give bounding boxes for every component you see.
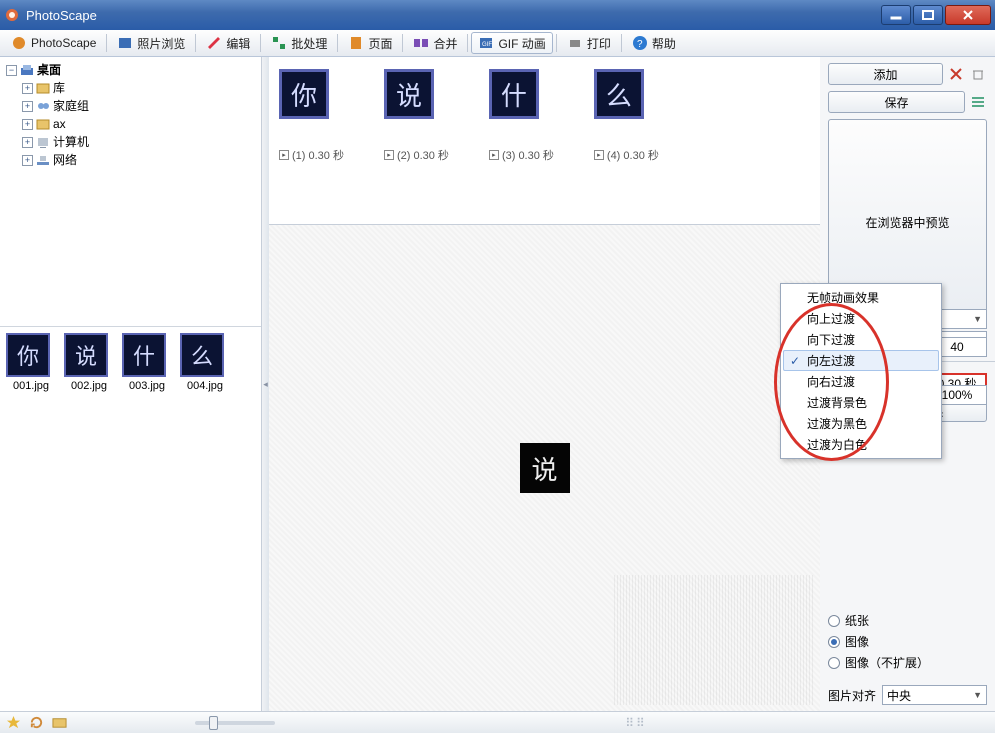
tab-editor[interactable]: 编辑: [199, 32, 257, 54]
slider-knob[interactable]: [209, 716, 218, 730]
minimize-button[interactable]: [881, 5, 911, 25]
tab-page[interactable]: 页面: [341, 32, 399, 54]
effect-dropdown[interactable]: 无帧动画效果 向上过渡 向下过渡 ✓向左过渡 向右过渡 过渡背景色 过渡为黑色 …: [780, 283, 942, 459]
play-icon: ▸: [279, 150, 289, 160]
play-icon: ▸: [594, 150, 604, 160]
tab-batch[interactable]: 批处理: [264, 32, 334, 54]
star-icon[interactable]: [6, 715, 21, 730]
thumbnail-item[interactable]: 什003.jpg: [122, 333, 172, 392]
tab-print[interactable]: 打印: [560, 32, 618, 54]
tree-item[interactable]: +ax: [22, 115, 257, 133]
decorative-texture: [614, 575, 814, 705]
align-label: 图片对齐: [828, 687, 876, 704]
svg-text:GIF: GIF: [482, 42, 492, 48]
tree-item[interactable]: +家庭组: [22, 97, 257, 115]
titlebar: PhotoScape: [0, 0, 995, 30]
save-button[interactable]: 保存: [828, 91, 965, 113]
tab-label: 照片浏览: [137, 35, 185, 52]
tree-item[interactable]: +库: [22, 79, 257, 97]
thumbnail-list: 你001.jpg 说002.jpg 什003.jpg 么004.jpg: [0, 327, 261, 711]
trash-icon[interactable]: [969, 65, 987, 83]
tab-viewer[interactable]: 照片浏览: [110, 32, 192, 54]
tab-label: 打印: [587, 35, 611, 52]
tab-label: PhotoScape: [31, 36, 96, 50]
frame-item[interactable]: 你▸(1) 0.30 秒: [279, 69, 344, 163]
effect-option[interactable]: 过渡背景色: [783, 392, 939, 413]
effect-option-selected[interactable]: ✓向左过渡: [783, 350, 939, 371]
effect-option[interactable]: 向下过渡: [783, 329, 939, 350]
tree-root-label: 桌面: [37, 61, 61, 79]
thumbnail-item[interactable]: 说002.jpg: [64, 333, 114, 392]
align-select[interactable]: 中央▼: [882, 685, 987, 705]
effect-option[interactable]: 向右过渡: [783, 371, 939, 392]
tab-photoscape[interactable]: PhotoScape: [4, 32, 103, 54]
frame-item[interactable]: 么▸(4) 0.30 秒: [594, 69, 659, 163]
refresh-icon[interactable]: [29, 715, 44, 730]
frame-item[interactable]: 什▸(3) 0.30 秒: [489, 69, 554, 163]
radio-image-noexpand[interactable]: 图像（不扩展）: [828, 654, 987, 671]
radio-paper[interactable]: 纸张: [828, 612, 987, 629]
maximize-button[interactable]: [913, 5, 943, 25]
effect-option[interactable]: 过渡为白色: [783, 434, 939, 455]
radio-image[interactable]: 图像: [828, 633, 987, 650]
delete-icon[interactable]: [947, 65, 965, 83]
thumbnail-item[interactable]: 么004.jpg: [180, 333, 230, 392]
preview-frame: 说: [520, 443, 570, 493]
frame-item[interactable]: 说▸(2) 0.30 秒: [384, 69, 449, 163]
window-title: PhotoScape: [26, 8, 879, 23]
tab-help[interactable]: ? 帮助: [625, 32, 683, 54]
tab-label: 合并: [433, 35, 457, 52]
side-panel: 添加 保存 在浏览器中预览 1/4 改变时间 0.30 秒 改变动画效果 无帧动…: [820, 57, 995, 711]
folder-icon[interactable]: [52, 715, 67, 730]
tab-gif[interactable]: GIF GIF 动画: [471, 32, 552, 54]
svg-text:?: ?: [637, 39, 643, 50]
tab-label: 批处理: [291, 35, 327, 52]
effect-option[interactable]: 无帧动画效果: [783, 287, 939, 308]
tab-label: GIF 动画: [498, 35, 545, 52]
effect-option[interactable]: 过渡为黑色: [783, 413, 939, 434]
tab-label: 编辑: [226, 35, 250, 52]
tree-item[interactable]: +网络: [22, 151, 257, 169]
tab-combine[interactable]: 合并: [406, 32, 464, 54]
folder-tree[interactable]: −桌面 +库 +家庭组 +ax +计算机 +网络: [0, 57, 261, 327]
play-icon: ▸: [384, 150, 394, 160]
frame-strip: 你▸(1) 0.30 秒 说▸(2) 0.30 秒 什▸(3) 0.30 秒 么…: [269, 57, 820, 225]
tree-item[interactable]: +计算机: [22, 133, 257, 151]
close-button[interactable]: [945, 5, 991, 25]
zoom-slider[interactable]: [195, 721, 275, 725]
app-icon: [4, 7, 20, 23]
grip-icon: ⠿⠿: [283, 716, 989, 730]
tab-label: 页面: [368, 35, 392, 52]
check-icon: ✓: [790, 354, 800, 368]
thumbnail-item[interactable]: 你001.jpg: [6, 333, 56, 392]
status-bar: ⠿⠿: [0, 711, 995, 733]
preview-area: 说: [269, 225, 820, 711]
chevron-down-icon: ▼: [973, 314, 982, 324]
effect-option[interactable]: 向上过渡: [783, 308, 939, 329]
chevron-down-icon: ▼: [973, 690, 982, 700]
list-icon[interactable]: [969, 93, 987, 111]
main-toolbar: PhotoScape 照片浏览 编辑 批处理 页面 合并 GIF GIF 动画 打…: [0, 30, 995, 57]
splitter-handle[interactable]: ◂: [262, 57, 269, 711]
play-icon: ▸: [489, 150, 499, 160]
add-button[interactable]: 添加: [828, 63, 943, 85]
tab-label: 帮助: [652, 35, 676, 52]
